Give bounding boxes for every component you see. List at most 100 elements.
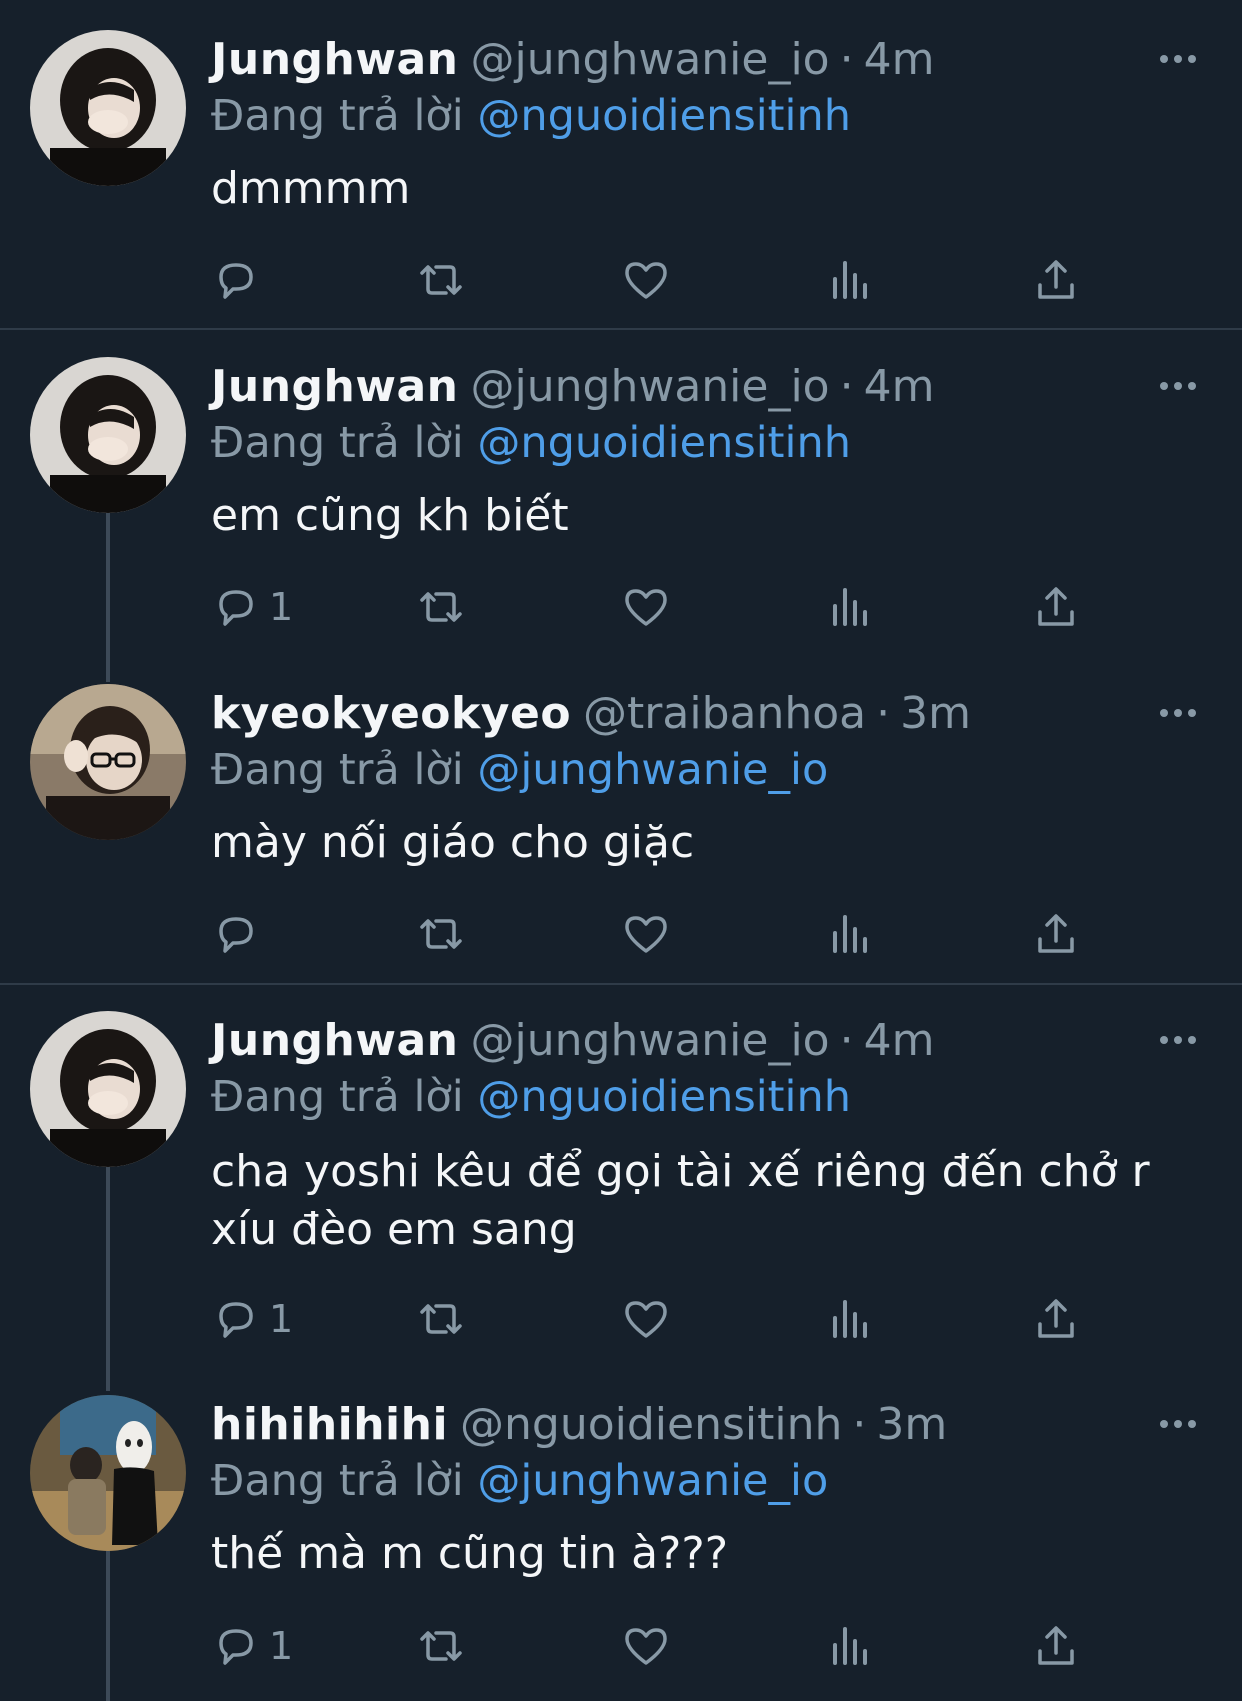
heart-icon <box>625 916 667 953</box>
heart-icon <box>625 1301 667 1338</box>
tweet-text-line: thế mà m cũng tin à??? <box>211 1528 729 1579</box>
retweet-icon <box>420 1304 462 1334</box>
user-handle[interactable]: @junghwanie_io <box>471 361 830 412</box>
views-button[interactable] <box>826 577 876 637</box>
tweet[interactable]: Junghwan @junghwanie_io · 4m Đang trả lời @… <box>0 1011 1242 1371</box>
tweet[interactable]: hihihihihi @nguoidiensitinh · 3m Đang trả l… <box>0 1395 1242 1701</box>
avatar[interactable] <box>30 1011 186 1167</box>
tweet-header: kyeokyeokyeo @traibanhoa · 3m <box>211 684 971 744</box>
tweet-text: em cũng kh biết <box>211 487 569 545</box>
replying-label: Đang trả lời <box>211 745 464 795</box>
tweet-header: Junghwan @junghwanie_io · 4m <box>211 30 934 90</box>
timestamp[interactable]: 4m <box>864 1015 935 1066</box>
timestamp[interactable]: 4m <box>864 34 935 85</box>
mention-link[interactable]: @nguoidiensitinh <box>477 418 851 468</box>
action-bar: 1 <box>211 577 1111 637</box>
share-icon <box>1038 1299 1074 1338</box>
more-icon[interactable] <box>1158 34 1198 84</box>
retweet-button[interactable] <box>416 577 466 637</box>
user-handle[interactable]: @traibanhoa <box>583 688 866 739</box>
views-icon <box>833 915 867 953</box>
separator: · <box>852 1399 867 1450</box>
tweet[interactable]: Junghwan @junghwanie_io · 4m Đang trả lời @… <box>0 357 1242 657</box>
timestamp[interactable]: 3m <box>876 1399 947 1450</box>
like-button[interactable] <box>621 1616 671 1676</box>
timestamp[interactable]: 3m <box>900 688 971 739</box>
views-button[interactable] <box>826 1289 876 1349</box>
tweet-header: Junghwan @junghwanie_io · 4m <box>211 357 934 417</box>
user-handle[interactable]: @junghwanie_io <box>471 34 830 85</box>
more-icon[interactable] <box>1158 688 1198 738</box>
display-name[interactable]: kyeokyeokyeo <box>211 688 571 739</box>
tweet-header: hihihihihi @nguoidiensitinh · 3m <box>211 1395 947 1455</box>
divider <box>0 983 1242 985</box>
avatar-image <box>30 30 186 186</box>
separator: · <box>839 361 854 412</box>
replying-label: Đang trả lời <box>211 91 464 141</box>
display-name[interactable]: Junghwan <box>211 34 459 85</box>
reply-icon <box>219 1629 253 1665</box>
like-button[interactable] <box>621 904 671 964</box>
views-button[interactable] <box>826 904 876 964</box>
separator: · <box>839 1015 854 1066</box>
reply-button[interactable]: 1 <box>211 577 293 637</box>
views-button[interactable] <box>826 250 876 310</box>
reply-button[interactable] <box>211 904 269 964</box>
retweet-icon <box>420 1631 462 1661</box>
like-button[interactable] <box>621 1289 671 1349</box>
reply-button[interactable]: 1 <box>211 1289 293 1349</box>
reply-icon <box>219 590 253 626</box>
like-button[interactable] <box>621 250 671 310</box>
like-button[interactable] <box>621 577 671 637</box>
mention-link[interactable]: @nguoidiensitinh <box>477 1072 851 1122</box>
separator: · <box>876 688 891 739</box>
views-button[interactable] <box>826 1616 876 1676</box>
tweet-text-line: cha yoshi kêu để gọi tài xế riêng đến ch… <box>211 1146 1150 1197</box>
timestamp[interactable]: 4m <box>864 361 935 412</box>
action-bar: 1 <box>211 1616 1111 1676</box>
views-icon <box>833 588 867 626</box>
retweet-button[interactable] <box>416 1289 466 1349</box>
replying-to: Đang trả lời @nguoidiensitinh <box>211 413 851 473</box>
avatar[interactable] <box>30 357 186 513</box>
share-button[interactable] <box>1031 1289 1081 1349</box>
share-icon <box>1038 914 1074 953</box>
display-name[interactable]: Junghwan <box>211 361 459 412</box>
reply-button[interactable] <box>211 250 269 310</box>
tweet-header: Junghwan @junghwanie_io · 4m <box>211 1011 934 1071</box>
more-icon[interactable] <box>1158 1015 1198 1065</box>
mention-link[interactable]: @nguoidiensitinh <box>477 91 851 141</box>
replying-label: Đang trả lời <box>211 1456 464 1506</box>
action-bar <box>211 250 1111 310</box>
reply-button[interactable]: 1 <box>211 1616 293 1676</box>
mention-link[interactable]: @junghwanie_io <box>477 745 828 795</box>
mention-link[interactable]: @junghwanie_io <box>477 1456 828 1506</box>
avatar-image <box>30 1395 186 1551</box>
share-button[interactable] <box>1031 577 1081 637</box>
reply-count: 1 <box>269 1297 294 1341</box>
share-button[interactable] <box>1031 904 1081 964</box>
display-name[interactable]: Junghwan <box>211 1015 459 1066</box>
views-icon <box>833 1627 867 1665</box>
reply-icon <box>219 917 253 953</box>
more-icon[interactable] <box>1158 361 1198 411</box>
tweet[interactable]: Junghwan @junghwanie_io · 4m Đang trả lời @… <box>0 30 1242 320</box>
more-icon[interactable] <box>1158 1399 1198 1449</box>
retweet-button[interactable] <box>416 904 466 964</box>
views-icon <box>833 1300 867 1338</box>
avatar[interactable] <box>30 684 186 840</box>
avatar[interactable] <box>30 30 186 186</box>
avatar-image <box>30 684 186 840</box>
tweet[interactable]: kyeokyeokyeo @traibanhoa · 3m Đang trả lời … <box>0 684 1242 984</box>
separator: · <box>839 34 854 85</box>
user-handle[interactable]: @junghwanie_io <box>471 1015 830 1066</box>
share-button[interactable] <box>1031 1616 1081 1676</box>
user-handle[interactable]: @nguoidiensitinh <box>460 1399 842 1450</box>
retweet-button[interactable] <box>416 250 466 310</box>
avatar[interactable] <box>30 1395 186 1551</box>
display-name[interactable]: hihihihihi <box>211 1399 448 1450</box>
retweet-button[interactable] <box>416 1616 466 1676</box>
avatar-image <box>30 1011 186 1167</box>
action-bar: 1 <box>211 1289 1111 1349</box>
share-button[interactable] <box>1031 250 1081 310</box>
